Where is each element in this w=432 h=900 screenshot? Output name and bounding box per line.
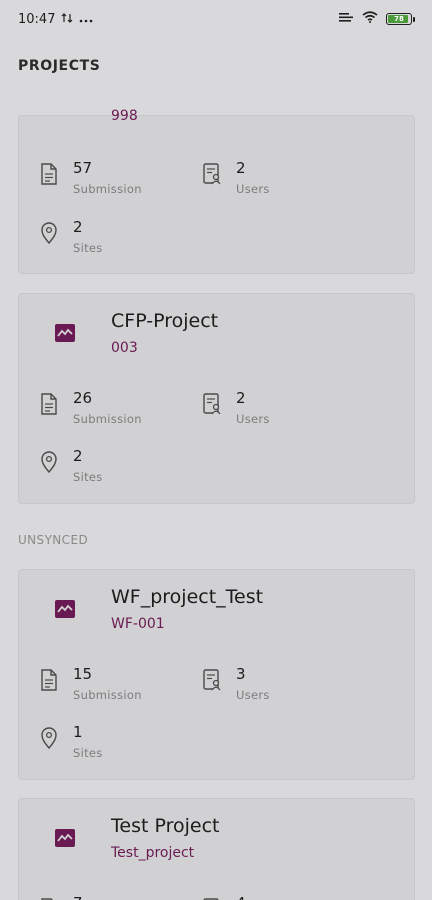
- project-card[interactable]: Test Project Test_project 7 4: [18, 798, 415, 900]
- stat-users: 2 Users: [202, 389, 270, 426]
- submission-label: Submission: [73, 688, 142, 702]
- project-card[interactable]: CFP-Project 003 26 Submission 2 Users 2 …: [18, 293, 415, 504]
- more-dots-icon: [79, 12, 93, 27]
- user-list-icon: [203, 163, 221, 185]
- battery-icon: 78: [386, 13, 415, 25]
- location-pin-icon: [41, 222, 57, 244]
- project-card[interactable]: 998 57 Submission 2 Users 2 Sites: [18, 108, 415, 274]
- sites-count: 2: [73, 447, 83, 465]
- location-pin-icon: [41, 727, 57, 749]
- submission-count: 57: [73, 159, 93, 177]
- sites-label: Sites: [73, 241, 103, 255]
- project-name: WF_project_Test: [111, 586, 264, 608]
- submission-count: 26: [73, 389, 93, 407]
- sites-label: Sites: [73, 470, 103, 484]
- project-card[interactable]: WF_project_Test WF-001 15 Submission 3 U…: [18, 569, 415, 780]
- submission-label: Submission: [73, 412, 142, 426]
- project-code: 003: [111, 340, 138, 356]
- project-name: Test Project: [111, 815, 220, 837]
- project-code: 998: [111, 108, 138, 124]
- status-bar: 10:47 78: [0, 0, 432, 38]
- user-list-icon: [203, 393, 221, 415]
- wifi-icon: [362, 11, 378, 27]
- status-time: 10:47: [18, 11, 56, 27]
- document-icon: [41, 393, 57, 415]
- stat-submissions: 26 Submission: [39, 389, 142, 426]
- user-list-icon: [203, 669, 221, 691]
- signal-activity-icon: [61, 12, 73, 27]
- submission-label: Submission: [73, 182, 142, 196]
- project-code: Test_project: [111, 845, 195, 861]
- sites-count: 1: [73, 723, 83, 741]
- status-left: 10:47: [18, 12, 93, 27]
- users-label: Users: [236, 412, 270, 426]
- stat-submissions: 7: [39, 894, 83, 900]
- users-count: 2: [236, 159, 246, 177]
- project-wave-icon: [55, 829, 75, 847]
- document-icon: [41, 163, 57, 185]
- stat-sites: 1 Sites: [39, 723, 103, 760]
- users-count: 4: [236, 894, 246, 900]
- status-right: 78: [338, 11, 415, 27]
- location-pin-icon: [41, 451, 57, 473]
- project-name: CFP-Project: [111, 310, 219, 332]
- stat-submissions: 57 Submission: [39, 159, 142, 196]
- sites-count: 2: [73, 218, 83, 236]
- stat-sites: 2 Sites: [39, 447, 103, 484]
- stat-users: 4: [202, 894, 246, 900]
- battery-level: 78: [394, 15, 404, 23]
- document-icon: [41, 669, 57, 691]
- submission-count: 15: [73, 665, 93, 683]
- users-label: Users: [236, 182, 270, 196]
- users-count: 2: [236, 389, 246, 407]
- sites-label: Sites: [73, 746, 103, 760]
- stat-users: 2 Users: [202, 159, 270, 196]
- stat-sites: 2 Sites: [39, 218, 103, 255]
- cellular-signal-icon: [338, 11, 354, 27]
- page-title: PROJECTS: [18, 58, 101, 74]
- users-label: Users: [236, 688, 270, 702]
- project-wave-icon: [55, 324, 75, 342]
- stat-users: 3 Users: [202, 665, 270, 702]
- project-wave-icon: [55, 600, 75, 618]
- users-count: 3: [236, 665, 246, 683]
- stat-submissions: 15 Submission: [39, 665, 142, 702]
- unsynced-section-label: UNSYNCED: [18, 533, 89, 547]
- submission-count: 7: [73, 894, 83, 900]
- project-code: WF-001: [111, 616, 165, 632]
